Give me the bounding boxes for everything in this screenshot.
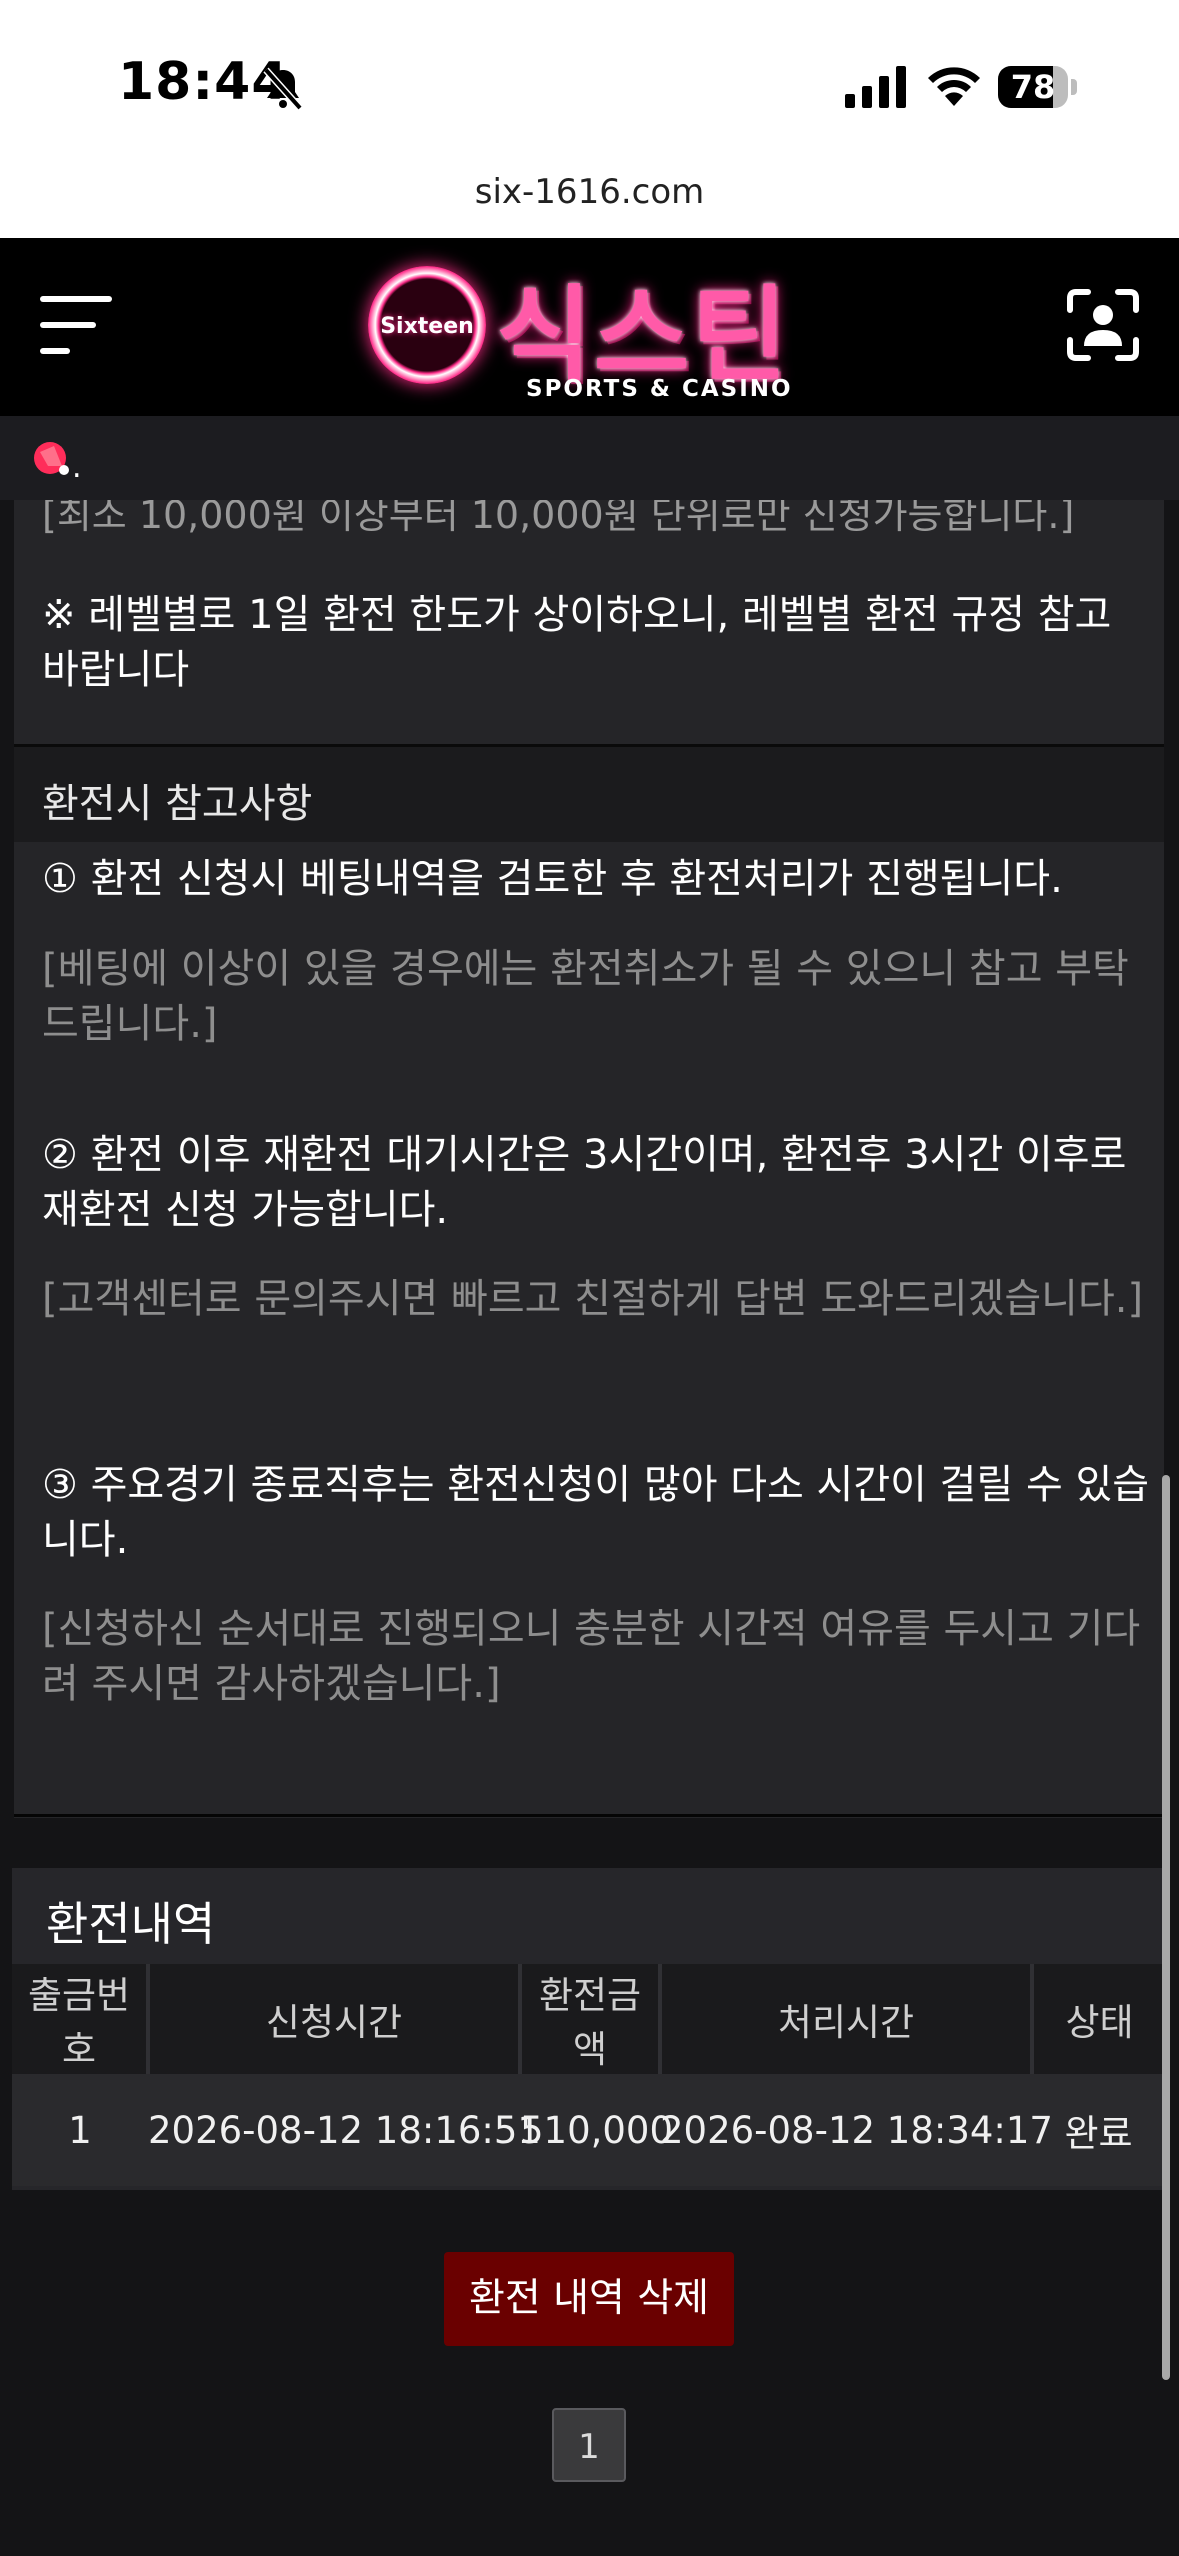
battery-percent: 78 bbox=[1010, 68, 1056, 106]
divider bbox=[14, 1814, 1164, 1817]
site-header: Sixteen 식스틴 SPORTS & CASINO bbox=[0, 238, 1179, 416]
reference-item-1-title: ① 환전 신청시 베팅내역을 검토한 후 환전처리가 진행됩니다. bbox=[42, 856, 1063, 902]
browser-url-bar[interactable]: six-1616.com bbox=[0, 160, 1179, 239]
cell-amount: 510,000 bbox=[520, 2074, 673, 2186]
notice-text: . bbox=[72, 450, 82, 485]
cell-withdraw-no: 1 bbox=[12, 2074, 148, 2186]
reference-title: 환전시 참고사항 bbox=[42, 781, 313, 827]
bell-slash-icon bbox=[263, 67, 303, 111]
notice-bar: . bbox=[0, 416, 1179, 500]
level-limit-note: ※ 레벨별로 1일 환전 한도가 상이하오니, 레벨별 환전 규정 참고바랍니다 bbox=[42, 592, 1112, 693]
megaphone-icon bbox=[34, 442, 69, 475]
profile-scan-icon[interactable] bbox=[1066, 288, 1140, 362]
logo-badge: Sixteen bbox=[368, 266, 486, 384]
cut-off-note: [최소 10,000원 이상부터 10,000원 단위로만 신청가능합니다.] bbox=[42, 500, 1075, 537]
wifi-icon bbox=[928, 67, 980, 106]
reference-item-3-desc: [신청하신 순서대로 진행되오니 충분한 시간적 여유를 두시고 기다려 주시면… bbox=[42, 1606, 1141, 1707]
column-header-withdraw-no: 출금번호 bbox=[12, 1964, 148, 2074]
table-row[interactable]: 1 2026-08-12 18:16:51 510,000 2026-08-12… bbox=[12, 2074, 1165, 2186]
history-table: 출금번호 신청시간 환전금액 처리시간 상태 1 2026-08-12 18:1… bbox=[12, 1964, 1165, 2186]
reference-item-1-desc: [베팅에 이상이 있을 경우에는 환전취소가 될 수 있으니 참고 부탁드립니다… bbox=[42, 946, 1129, 1047]
reference-item-3-title: ③ 주요경기 종료직후는 환전신청이 많아 다소 시간이 걸릴 수 있습니다. bbox=[42, 1462, 1150, 1563]
reference-item-2-desc: [고객센터로 문의주시면 빠르고 친절하게 답변 도와드리겠습니다.] bbox=[42, 1276, 1144, 1322]
table-header-row: 출금번호 신청시간 환전금액 처리시간 상태 bbox=[12, 1964, 1165, 2074]
delete-history-button[interactable]: 환전 내역 삭제 bbox=[444, 2252, 734, 2346]
withdraw-info-panel: [최소 10,000원 이상부터 10,000원 단위로만 신청가능합니다.] … bbox=[14, 500, 1164, 1818]
pagination-page-1[interactable]: 1 bbox=[552, 2408, 626, 2482]
cell-request-time: 2026-08-12 18:16:51 bbox=[148, 2074, 541, 2186]
site-logo[interactable]: Sixteen 식스틴 SPORTS & CASINO bbox=[368, 254, 808, 404]
history-title: 환전내역 bbox=[46, 1897, 216, 1951]
column-header-status: 상태 bbox=[1030, 1964, 1165, 2074]
logo-subtitle: SPORTS & CASINO bbox=[526, 376, 793, 402]
reference-section-header: 환전시 참고사항 bbox=[14, 747, 1164, 842]
column-header-processed-time: 처리시간 bbox=[658, 1964, 1032, 2074]
cell-processed-time: 2026-08-12 18:34:17 bbox=[660, 2074, 1053, 2186]
reference-item-2-title: ② 환전 이후 재환전 대기시간은 3시간이며, 환전후 3시간 이후로 재환전… bbox=[42, 1132, 1127, 1233]
battery-icon: 78 bbox=[998, 66, 1078, 108]
url-text: six-1616.com bbox=[474, 172, 705, 212]
column-header-amount: 환전금액 bbox=[518, 1964, 660, 2074]
page-scrollbar[interactable] bbox=[1162, 1475, 1170, 2380]
withdraw-history-section: 환전내역 출금번호 신청시간 환전금액 처리시간 상태 1 2026-08-12… bbox=[12, 1868, 1165, 2190]
column-header-request-time: 신청시간 bbox=[146, 1964, 520, 2074]
cellular-signal-icon bbox=[845, 66, 906, 108]
status-bar: 18:44 78 bbox=[0, 0, 1179, 160]
hamburger-icon[interactable] bbox=[40, 292, 112, 356]
